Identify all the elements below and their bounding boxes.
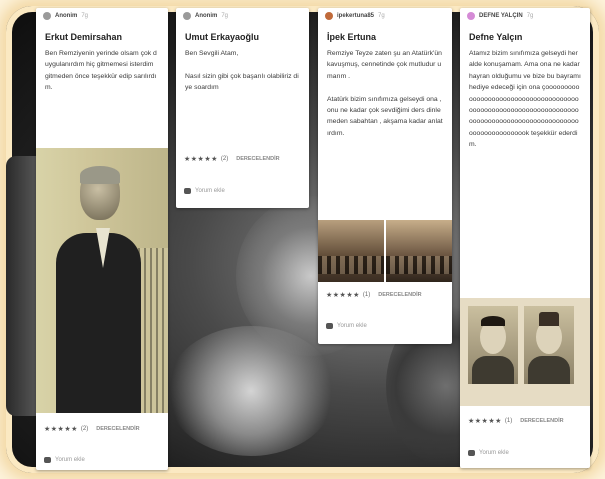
post-text: Atamız bizim sınıfımıza gelseydi heralde… — [469, 50, 581, 149]
rating-row: ★★★★★ (2) DERECELENDİR — [36, 421, 148, 437]
rating-row: ★★★★★ (2) DERECELENDİR — [176, 151, 288, 167]
comment-row[interactable]: Yorum ekle — [318, 318, 375, 334]
comment-row[interactable]: Yorum ekle — [36, 452, 93, 468]
post-header: ipekertuna85 7g — [318, 8, 452, 24]
avatar — [467, 12, 475, 20]
comment-icon — [184, 188, 191, 194]
post-title: İpek Ertuna — [327, 32, 377, 42]
rate-button[interactable]: DERECELENDİR — [236, 156, 279, 162]
comment-icon — [468, 450, 475, 456]
post-image[interactable] — [460, 298, 590, 406]
avatar — [43, 12, 51, 20]
post-time: 7g — [526, 13, 534, 19]
star-rating-icon[interactable]: ★★★★★ — [184, 155, 218, 163]
rating-count: (1) — [362, 292, 371, 298]
post-image[interactable] — [36, 148, 168, 413]
post-header: Anonim 7g — [176, 8, 309, 24]
rate-button[interactable]: DERECELENDİR — [96, 426, 139, 432]
post-text: Remziye Teyze zaten şu an Atatürk'ün kav… — [327, 50, 443, 137]
rate-button[interactable]: DERECELENDİR — [520, 418, 563, 424]
post-author[interactable]: ipekertuna85 — [337, 13, 374, 19]
comment-icon — [44, 457, 51, 463]
rating-count: (1) — [504, 418, 513, 424]
post-card[interactable]: ipekertuna85 7g İpek Ertuna Remziye Teyz… — [318, 8, 452, 344]
post-title: Defne Yalçın — [469, 32, 523, 42]
post-title: Umut Erkayaoğlu — [185, 32, 260, 42]
post-author[interactable]: Anonim — [195, 13, 217, 19]
rating-count: (2) — [220, 156, 229, 162]
post-time: 7g — [378, 13, 385, 19]
post-header: DEFNE YALÇIN 7g — [460, 8, 590, 24]
star-rating-icon[interactable]: ★★★★★ — [326, 291, 360, 299]
post-text: Ben Sevgili Atam, Nasıl sizin gibi çok b… — [185, 50, 299, 92]
post-card[interactable]: DEFNE YALÇIN 7g Defne Yalçın Atamız bizi… — [460, 8, 590, 468]
comment-icon — [326, 323, 333, 329]
add-comment-link[interactable]: Yorum ekle — [479, 450, 509, 456]
post-author[interactable]: Anonim — [55, 13, 77, 19]
rating-row: ★★★★★ (1) DERECELENDİR — [460, 413, 572, 429]
comment-row[interactable]: Yorum ekle — [460, 445, 517, 461]
post-card[interactable]: Anonim 7g Erkut Demirsahan Ben Remziyeni… — [36, 8, 168, 470]
comment-row[interactable]: Yorum ekle — [176, 183, 233, 199]
post-author[interactable]: DEFNE YALÇIN — [479, 13, 523, 19]
rating-count: (2) — [80, 426, 89, 432]
post-card[interactable]: Anonim 7g Umut Erkayaoğlu Ben Sevgili At… — [176, 8, 309, 208]
star-rating-icon[interactable]: ★★★★★ — [44, 425, 78, 433]
post-title: Erkut Demirsahan — [45, 32, 123, 42]
post-time: 7g — [221, 13, 229, 19]
add-comment-link[interactable]: Yorum ekle — [55, 457, 85, 463]
post-text: Ben Remziyenin yerinde olsam çok duygula… — [45, 50, 157, 92]
rate-button[interactable]: DERECELENDİR — [378, 292, 421, 298]
background-image-blur — [166, 326, 336, 456]
post-time: 7g — [81, 13, 89, 19]
add-comment-link[interactable]: Yorum ekle — [337, 323, 367, 329]
post-image[interactable] — [318, 220, 452, 282]
post-header: Anonim 7g — [36, 8, 168, 24]
star-rating-icon[interactable]: ★★★★★ — [468, 417, 502, 425]
avatar — [183, 12, 191, 20]
rating-row: ★★★★★ (1) DERECELENDİR — [318, 287, 430, 303]
add-comment-link[interactable]: Yorum ekle — [195, 188, 225, 194]
avatar — [325, 12, 333, 20]
